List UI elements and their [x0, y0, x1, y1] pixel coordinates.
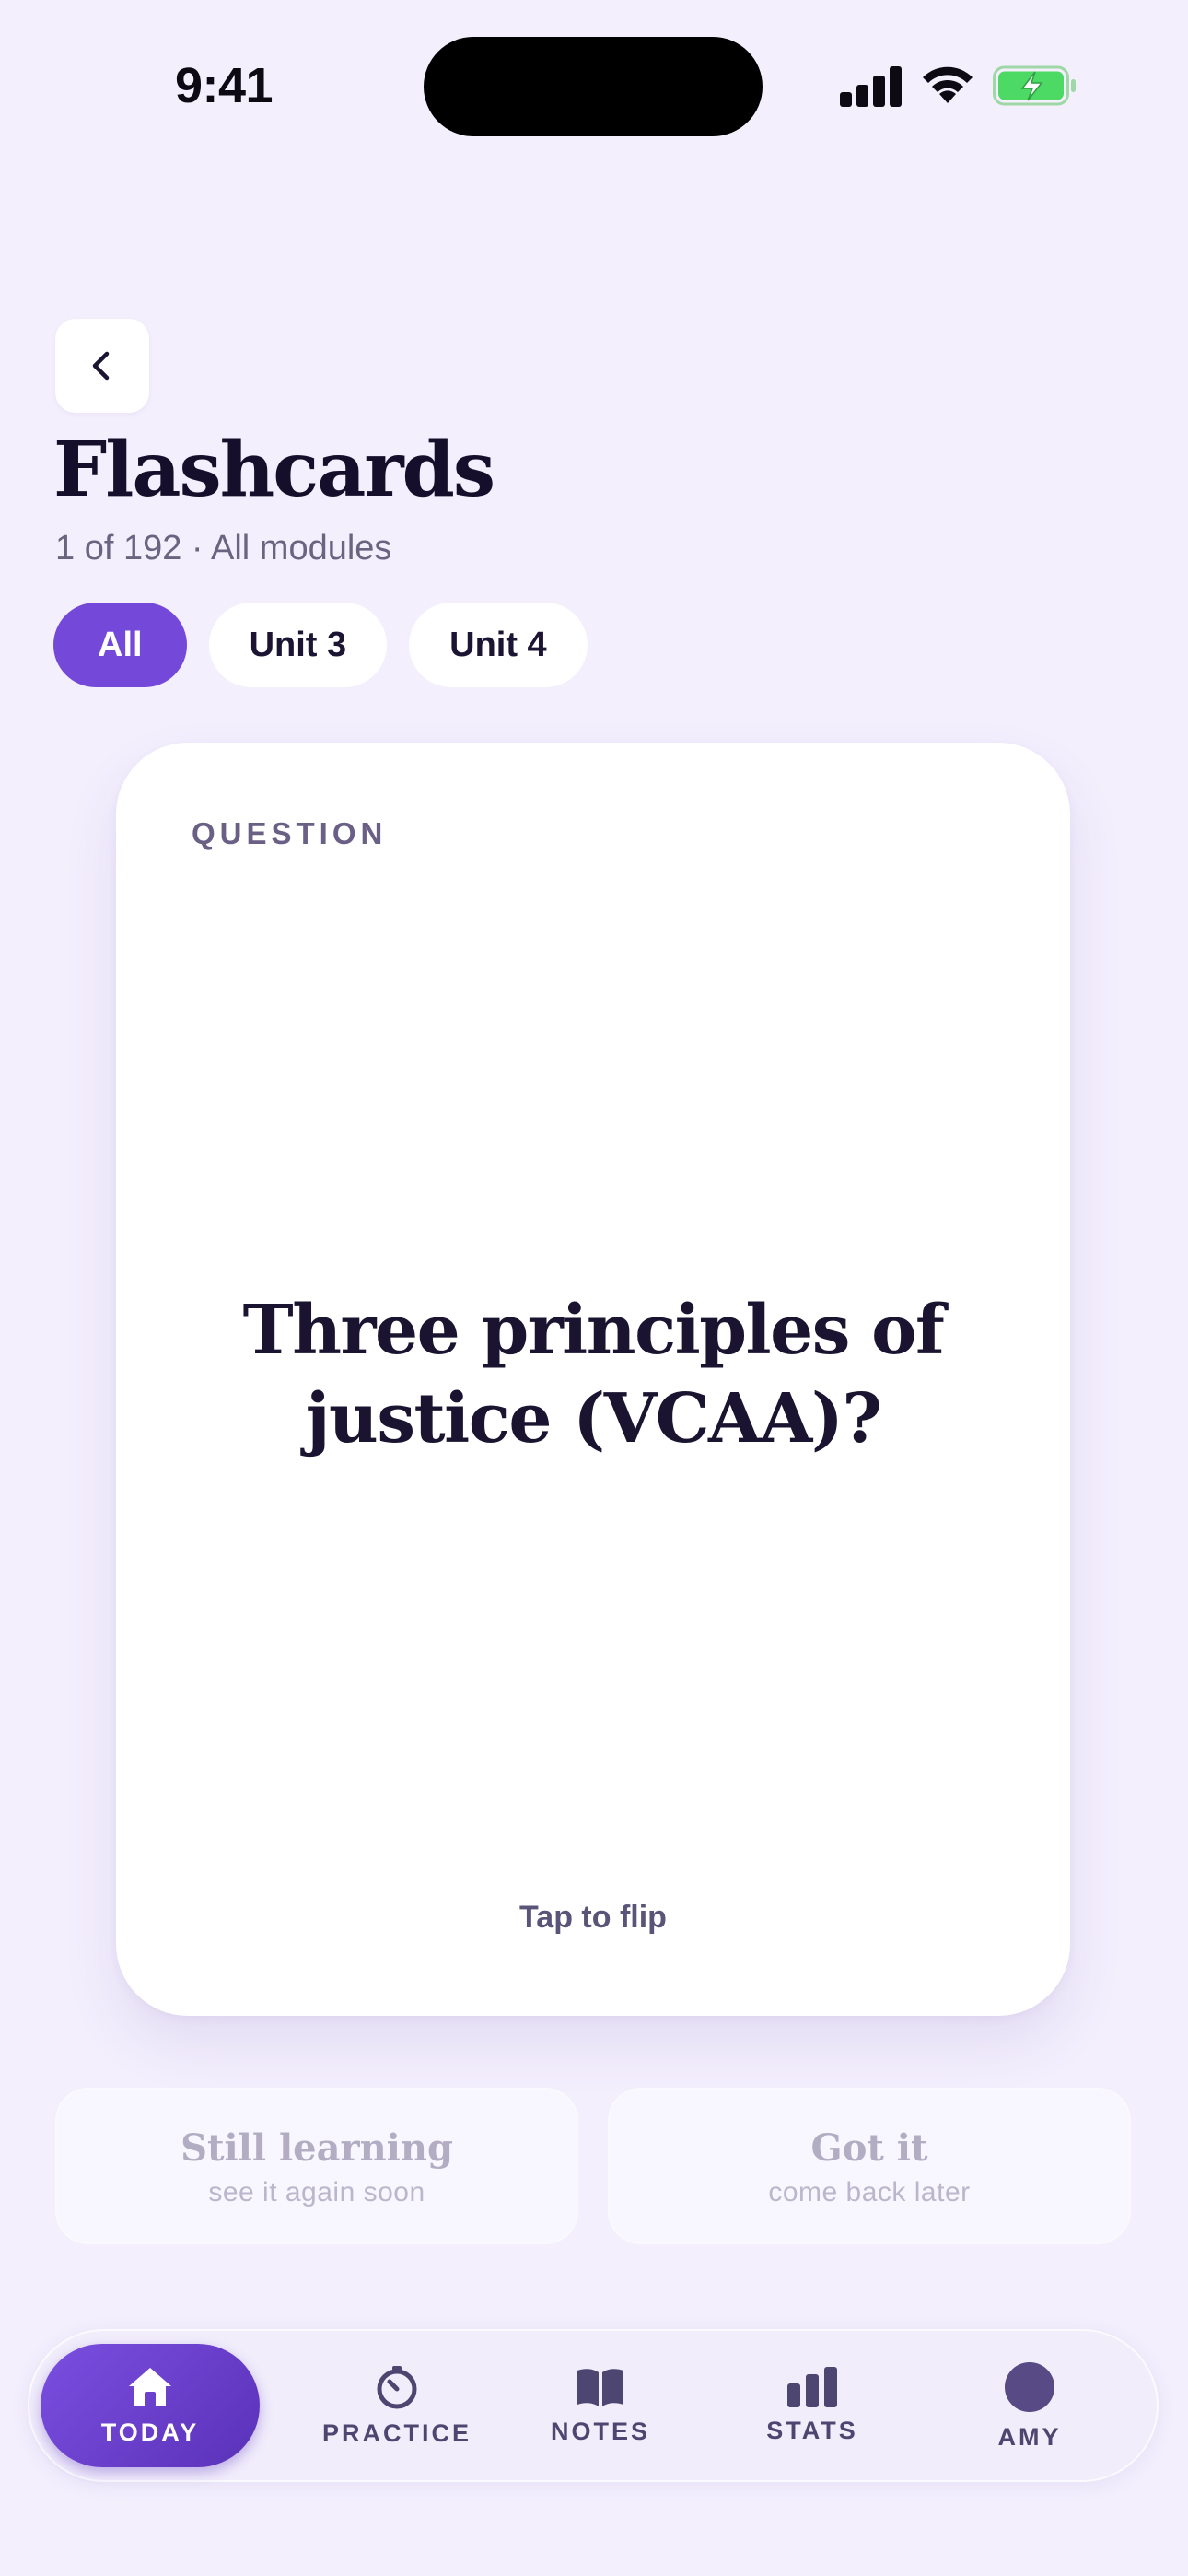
got-it-button[interactable]: Got it come back later [608, 2088, 1131, 2244]
tap-to-flip-hint: Tap to flip [519, 1900, 667, 1935]
tab-bar: TODAY PRACTICE NOTES STATS AMY [28, 2329, 1159, 2482]
tab-label: TODAY [100, 2418, 200, 2446]
wifi-icon [923, 66, 973, 103]
page-title: Flashcards [53, 426, 495, 514]
progress-subtitle: 1 of 192 · All modules [55, 529, 392, 568]
status-time: 9:41 [175, 58, 274, 113]
filter-chip-unit-3[interactable]: Unit 3 [208, 603, 388, 687]
got-it-title: Got it [810, 2126, 928, 2170]
still-learning-title: Still learning [181, 2126, 453, 2170]
battery-charging-icon [993, 65, 1076, 106]
filter-chip-all[interactable]: All [53, 603, 187, 687]
back-button[interactable] [55, 319, 149, 413]
book-icon [577, 2368, 623, 2406]
tab-label: NOTES [550, 2417, 650, 2445]
home-icon [129, 2367, 171, 2406]
tab-profile[interactable]: AMY [947, 2344, 1112, 2467]
got-it-subtitle: come back later [768, 2177, 971, 2207]
avatar [1005, 2361, 1054, 2412]
status-bar: 9:41 [0, 0, 1188, 175]
tab-today[interactable]: TODAY [41, 2344, 260, 2467]
flashcard[interactable]: QUESTION Three principles of justice (VC… [116, 743, 1070, 2016]
tab-practice[interactable]: PRACTICE [297, 2344, 497, 2467]
filter-chips: All Unit 3 Unit 4 [53, 603, 588, 687]
still-learning-button[interactable]: Still learning see it again soon [55, 2088, 578, 2244]
dynamic-island [424, 37, 763, 136]
tab-label: PRACTICE [321, 2418, 472, 2447]
chevron-left-icon [92, 351, 110, 381]
timer-icon [377, 2365, 417, 2408]
cellular-signal-icon [840, 64, 903, 107]
tab-label: STATS [766, 2416, 858, 2444]
bar-chart-icon [787, 2366, 837, 2407]
tab-notes[interactable]: NOTES [518, 2344, 683, 2467]
filter-chip-unit-4[interactable]: Unit 4 [409, 603, 588, 687]
tab-stats[interactable]: STATS [729, 2344, 895, 2467]
card-question: Three principles of justice (VCAA)? [242, 1291, 945, 1458]
still-learning-subtitle: see it again soon [208, 2177, 425, 2207]
tab-label: AMY [997, 2422, 1062, 2451]
card-side-label: QUESTION [192, 816, 388, 850]
